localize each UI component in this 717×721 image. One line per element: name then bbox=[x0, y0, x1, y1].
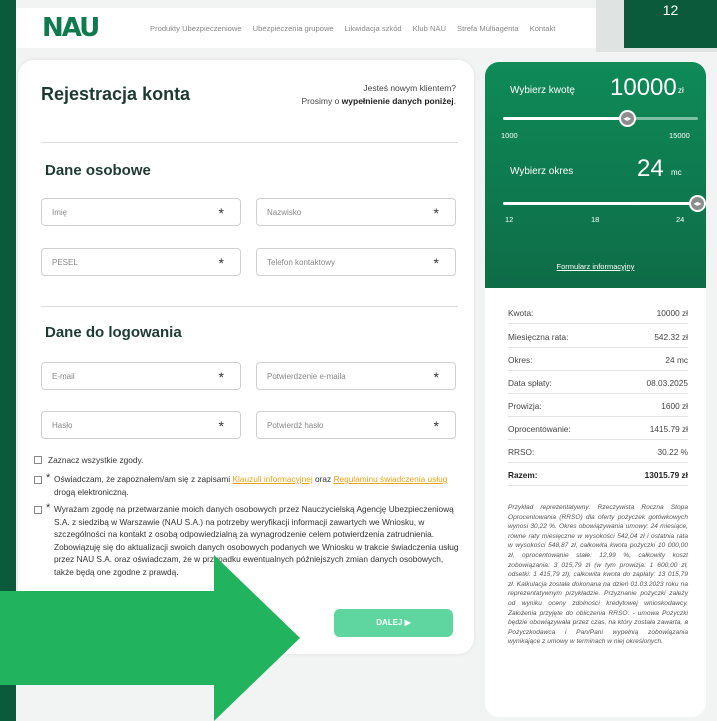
period-tick-24: 24 bbox=[676, 215, 685, 224]
divider bbox=[41, 142, 458, 143]
nav-links: Produkty Ubezpieczeniowe Ubezpieczenia g… bbox=[150, 24, 555, 33]
period-slider[interactable]: ◂▸ bbox=[503, 195, 706, 212]
required-mark: * bbox=[46, 502, 51, 514]
page-title: Rejestracja konta bbox=[41, 84, 191, 104]
section-login-data: Dane do logowania bbox=[45, 324, 182, 341]
new-client-note: Jesteś nowym klientem? Prosimy o wypełni… bbox=[302, 82, 456, 108]
summary-total-row: Razem: 13015.79 zł bbox=[508, 464, 688, 486]
loan-calculator: Wybierz kwotę 10000 zł ◂▸ 1000 15000 Wyb… bbox=[485, 62, 706, 717]
summary-row: Okres: 24 mc bbox=[508, 349, 688, 371]
calculator-header: Wybierz kwotę 10000 zł ◂▸ 1000 15000 Wyb… bbox=[485, 62, 706, 288]
password-field[interactable]: Hasło * bbox=[41, 411, 241, 439]
email-field[interactable]: E-mail * bbox=[41, 362, 241, 390]
period-tick-12: 12 bbox=[505, 215, 514, 224]
section-personal-data: Dane osobowe bbox=[45, 162, 151, 179]
new-client-line2: Prosimy o wypełnienie danych poniżej. bbox=[301, 96, 456, 106]
summary-row: Kwota: 10000 zł bbox=[508, 302, 688, 324]
next-button[interactable]: DALEJ ▶ bbox=[334, 609, 453, 637]
consent-terms-checkbox[interactable] bbox=[34, 476, 42, 484]
service-regulations-link[interactable]: Regulaminu świadczenia usług bbox=[333, 474, 447, 484]
summary-row: Data spłaty: 08.03.2025 bbox=[508, 372, 688, 394]
nav-link-multiagent[interactable]: Strefa Multiagenta bbox=[457, 24, 519, 33]
consent-data-checkbox[interactable] bbox=[34, 506, 42, 514]
consent-all-checkbox[interactable] bbox=[34, 456, 42, 464]
required-mark: * bbox=[46, 472, 51, 484]
summary-row: RRSO: 30.22 % bbox=[508, 441, 688, 463]
period-tick-18: 18 bbox=[591, 215, 600, 224]
first-name-field[interactable]: Imię * bbox=[41, 198, 241, 226]
summary-row: Oprocentowanie: 1415.79 zł bbox=[508, 418, 688, 440]
consent-terms-label: Oświadczam, że zapoznałem/am się z zapis… bbox=[54, 474, 448, 497]
summary-row: Prowizja: 1600 zł bbox=[508, 395, 688, 417]
representative-example-disclaimer: Przykład reprezentatywny: Rzeczywista Ro… bbox=[508, 504, 688, 646]
new-client-line1: Jesteś nowym klientem? bbox=[363, 83, 456, 93]
nav-link-claims[interactable]: Likwidacja szkód bbox=[345, 24, 402, 33]
information-clause-link[interactable]: Klauzuli informacyjnej bbox=[232, 474, 312, 484]
green-arrow-icon bbox=[0, 555, 300, 721]
information-form-link[interactable]: Formularz informacyjny bbox=[485, 262, 706, 271]
amount-label: Wybierz kwotę bbox=[510, 85, 575, 96]
amount-slider-fill bbox=[503, 117, 628, 120]
period-unit: mc bbox=[671, 168, 682, 177]
amount-max-label: 15000 bbox=[669, 131, 690, 140]
divider bbox=[41, 306, 458, 307]
period-label: Wybierz okres bbox=[510, 166, 574, 177]
period-slider-fill bbox=[503, 202, 698, 205]
pesel-field[interactable]: PESEL * bbox=[41, 248, 241, 276]
period-value: 24 bbox=[637, 155, 664, 182]
nav-link-club[interactable]: Klub NAU bbox=[413, 24, 446, 33]
amount-slider-handle[interactable]: ◂▸ bbox=[618, 110, 636, 127]
email-confirm-field[interactable]: Potwierdzenie e-maila * bbox=[256, 362, 456, 390]
top-navigation: NAU Produkty Ubezpieczeniowe Ubezpieczen… bbox=[16, 8, 596, 48]
amount-min-label: 1000 bbox=[501, 131, 518, 140]
nau-logo[interactable]: NAU bbox=[42, 13, 132, 43]
nav-link-group-insurance[interactable]: Ubezpieczenia grupowe bbox=[253, 24, 334, 33]
amount-unit: zł bbox=[678, 86, 684, 95]
top-badge: 12 bbox=[624, 0, 717, 48]
last-name-field[interactable]: Nazwisko * bbox=[256, 198, 456, 226]
consent-all-label: Zaznacz wszystkie zgody. bbox=[48, 455, 144, 465]
summary-row: Miesięczna rata: 542.32 zł bbox=[508, 326, 688, 348]
phone-field[interactable]: Telefon kontaktowy * bbox=[256, 248, 456, 276]
amount-value: 10000 bbox=[610, 74, 677, 101]
nav-link-products[interactable]: Produkty Ubezpieczeniowe bbox=[150, 24, 242, 33]
nav-link-contact[interactable]: Kontakt bbox=[530, 24, 556, 33]
password-confirm-field[interactable]: Potwierdź hasło * bbox=[256, 411, 456, 439]
amount-slider[interactable]: ◂▸ bbox=[503, 110, 698, 127]
period-slider-handle[interactable]: ◂▸ bbox=[689, 195, 706, 212]
